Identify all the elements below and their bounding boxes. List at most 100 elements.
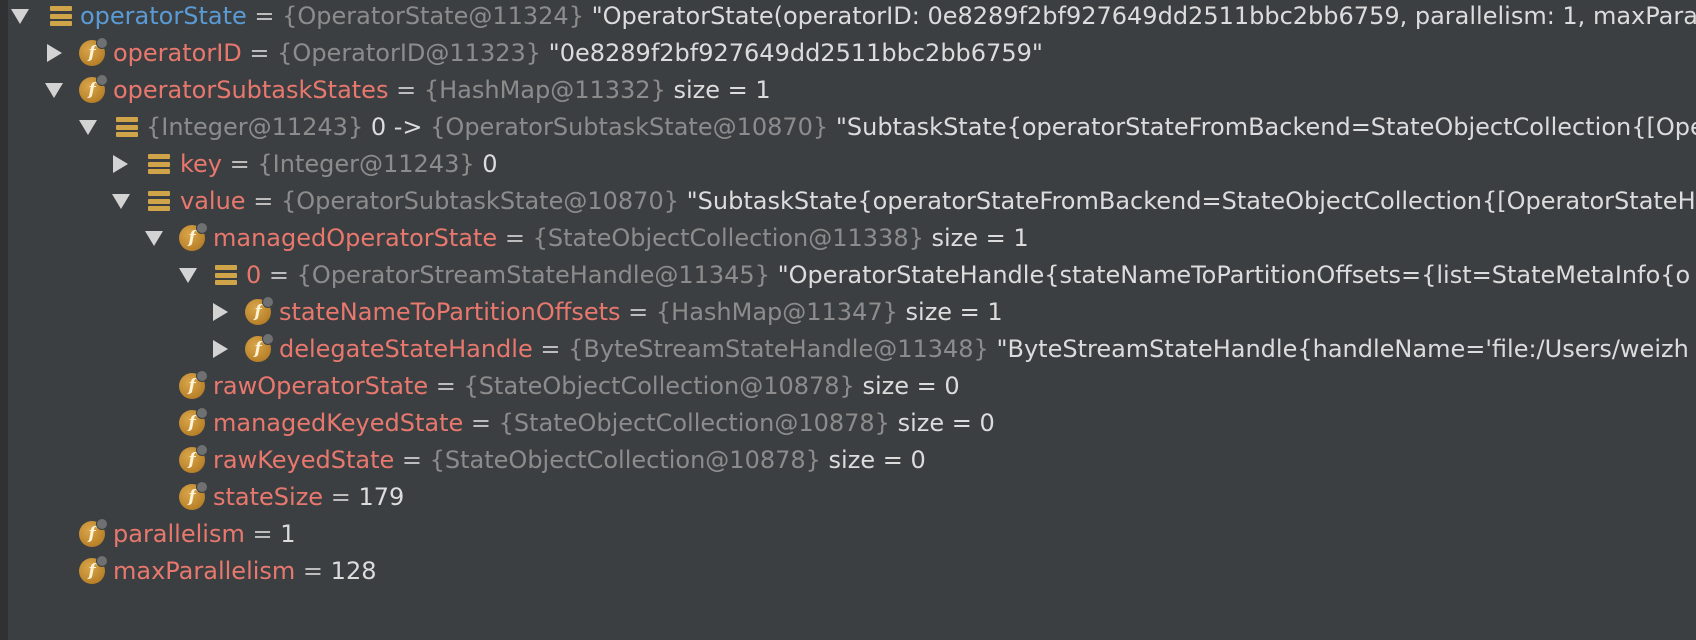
field-icon: f [179,444,208,473]
expanded-arrow-icon[interactable] [78,118,98,136]
expanded-arrow-icon[interactable] [144,229,164,247]
expanded-arrow-icon[interactable] [44,81,64,99]
node-type: {HashMap@11332} [423,76,666,104]
node-value: 1 [280,520,296,548]
node-equals: = [245,187,281,215]
node-name: stateSize [213,483,324,511]
expanded-arrow-icon[interactable] [178,266,198,284]
field-icon: f [79,555,108,584]
field-icon: f [179,407,208,436]
node-type: {Integer@11243} [257,150,475,178]
node-name: rawKeyedState [213,446,395,474]
field-icon: f [79,74,108,103]
node-value: "SubtaskState{operatorStateFromBackend=S… [828,113,1696,141]
node-name: rawOperatorState [213,372,429,400]
tree-node-value[interactable]: value = {OperatorSubtaskState@10870} "Su… [0,181,1696,221]
node-equals: = [241,39,278,67]
tree-node-managed-operator-state[interactable]: f managedOperatorState = {StateObjectCol… [0,218,1696,258]
node-value: 179 [358,483,405,511]
node-value: size = 1 [897,298,1003,326]
node-equals: = [246,2,283,30]
node-value: "OperatorState(operatorID: 0e8289f2bf927… [583,2,1696,30]
tree-node-delegate-state-handle[interactable]: f delegateStateHandle = {ByteStreamState… [0,329,1696,369]
node-equals: = [463,409,499,437]
node-equals: = [620,298,656,326]
list-icon [114,114,140,140]
node-type: {StateObjectCollection@10878} [429,446,821,474]
node-name: value [180,187,246,215]
node-equals: = [428,372,464,400]
entry-arrow: 0 -> [363,113,431,141]
tree-node-max-parallelism[interactable]: f maxParallelism = 128 [0,551,1696,591]
collapsed-arrow-icon[interactable] [44,44,64,62]
node-type: {StateObjectCollection@10878} [463,372,855,400]
field-icon: f [179,370,208,399]
node-equals: = [295,557,331,585]
tree-node-state-size[interactable]: f stateSize = 179 [0,477,1696,517]
node-name: key [180,150,223,178]
node-value: 128 [330,557,377,585]
tree-node-raw-operator-state[interactable]: f rawOperatorState = {StateObjectCollect… [0,366,1696,406]
tree-node-operator-id[interactable]: f operatorID = {OperatorID@11323} "0e828… [0,33,1696,73]
node-value: size = 1 [923,224,1029,252]
node-type: {StateObjectCollection@11338} [532,224,924,252]
tree-node-state-name-to-partition-offsets[interactable]: f stateNameToPartitionOffsets = {HashMap… [0,292,1696,332]
node-type: {HashMap@11347} [655,298,898,326]
list-icon [213,262,239,288]
node-value: size = 1 [665,76,771,104]
tree-node-key[interactable]: key = {Integer@11243} 0 [0,144,1696,184]
tree-node-element-0[interactable]: 0 = {OperatorStreamStateHandle@11345} "O… [0,255,1696,295]
node-name: maxParallelism [113,557,296,585]
node-equals: = [388,76,424,104]
node-equals: = [497,224,533,252]
tree-node-parallelism[interactable]: f parallelism = 1 [0,514,1696,554]
node-type: {OperatorStreamStateHandle@11345} [296,261,770,289]
node-name: operatorID [113,39,242,67]
debugger-variables-tree[interactable]: operatorState = {OperatorState@11324} "O… [0,0,1696,640]
collapsed-arrow-icon[interactable] [210,340,230,358]
node-type: {StateObjectCollection@10878} [498,409,890,437]
node-value: 0 [474,150,498,178]
node-value: "OperatorStateHandle{stateNameToPartitio… [769,261,1691,289]
node-equals: = [532,335,569,363]
node-name: parallelism [113,520,245,548]
node-value: size = 0 [889,409,995,437]
collapsed-arrow-icon[interactable] [110,155,130,173]
entry-key-type: {Integer@11243} [146,113,364,141]
node-name: stateNameToPartitionOffsets [279,298,621,326]
list-icon [48,3,74,29]
node-type: {ByteStreamStateHandle@11348} [568,335,989,363]
collapsed-arrow-icon[interactable] [210,303,230,321]
node-name: operatorSubtaskStates [113,76,389,104]
tree-node-map-entry[interactable]: {Integer@11243} 0 -> {OperatorSubtaskSta… [0,107,1696,147]
node-value: size = 0 [854,372,960,400]
node-type: {OperatorSubtaskState@10870} [280,187,679,215]
tree-node-operator-state[interactable]: operatorState = {OperatorState@11324} "O… [0,0,1696,36]
tree-node-raw-keyed-state[interactable]: f rawKeyedState = {StateObjectCollection… [0,440,1696,480]
node-name: delegateStateHandle [279,335,533,363]
node-equals: = [244,520,281,548]
node-name: managedKeyedState [213,409,464,437]
node-equals: = [323,483,359,511]
node-type: {OperatorState@11324} [282,2,584,30]
field-icon: f [179,222,208,251]
list-icon [146,188,172,214]
node-equals: = [261,261,297,289]
node-equals: = [394,446,430,474]
expanded-arrow-icon[interactable] [111,192,131,210]
node-value: "SubtaskState{operatorStateFromBackend=S… [678,187,1696,215]
node-equals: = [222,150,258,178]
node-name: 0 [246,261,262,289]
field-icon: f [245,333,274,362]
node-name: managedOperatorState [213,224,498,252]
tree-node-managed-keyed-state[interactable]: f managedKeyedState = {StateObjectCollec… [0,403,1696,443]
field-icon: f [179,481,208,510]
expanded-arrow-icon[interactable] [10,7,30,25]
field-icon: f [79,37,108,66]
node-value: size = 0 [820,446,926,474]
node-name: operatorState [80,2,247,30]
node-value: "0e8289f2bf927649dd2511bbc2bb6759" [541,39,1043,67]
tree-node-operator-subtask-states[interactable]: f operatorSubtaskStates = {HashMap@11332… [0,70,1696,110]
field-icon: f [79,518,108,547]
entry-value-type: {OperatorSubtaskState@10870} [430,113,829,141]
